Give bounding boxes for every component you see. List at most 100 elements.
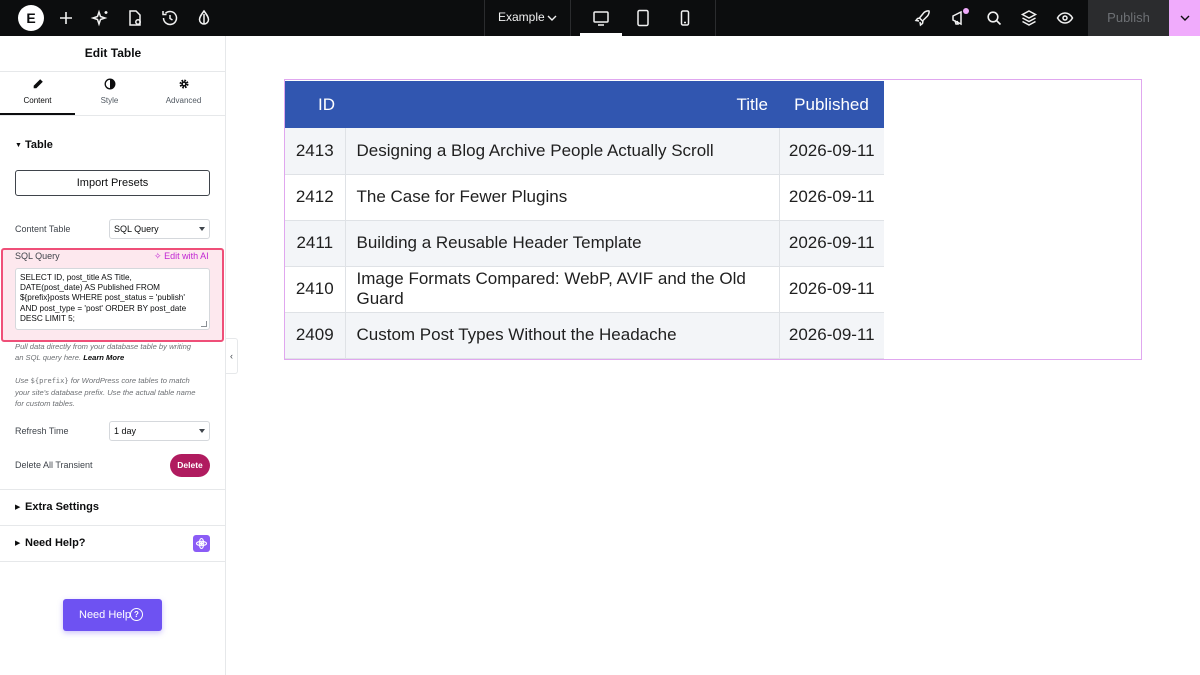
- cell-title: The Case for Fewer Plugins: [345, 174, 780, 221]
- refresh-time-select[interactable]: 1 day: [109, 421, 210, 441]
- theme-style-icon[interactable]: [192, 6, 216, 30]
- gear-icon: [178, 79, 189, 89]
- resize-handle-icon[interactable]: [201, 321, 207, 327]
- divider: [715, 0, 716, 36]
- caret-down-icon: ▼: [15, 142, 22, 149]
- divider: [0, 489, 226, 490]
- sql-help-line: an SQL query here. Learn More: [15, 352, 215, 363]
- pencil-icon: [33, 79, 43, 89]
- prefix-help-line: your site's database prefix. Use the act…: [15, 388, 196, 397]
- section-need-help-label: Need Help?: [25, 537, 86, 549]
- elementor-logo-button[interactable]: E: [18, 5, 44, 31]
- import-presets-button[interactable]: Import Presets: [15, 170, 210, 196]
- delete-transient-label: Delete All Transient: [15, 460, 93, 470]
- preview-eye-icon[interactable]: [1053, 6, 1077, 30]
- tab-advanced[interactable]: Advanced: [146, 78, 221, 105]
- prefix-help-line: for custom tables.: [15, 399, 75, 408]
- prefix-help-use: Use: [15, 376, 29, 385]
- prefix-help-text: Use ${prefix} for WordPress core tables …: [15, 375, 215, 409]
- question-circle-icon: ?: [130, 608, 143, 621]
- ai-assistant-icon[interactable]: [193, 535, 210, 552]
- divider: [0, 71, 226, 72]
- history-icon[interactable]: [158, 6, 182, 30]
- search-icon[interactable]: [982, 6, 1006, 30]
- sql-query-label: SQL Query: [15, 251, 60, 261]
- chevron-down-icon[interactable]: [545, 11, 559, 25]
- sql-line: SELECT ID, post_title AS Title,: [20, 273, 132, 282]
- cell-id: 2411: [285, 220, 346, 267]
- delete-transient-button[interactable]: Delete: [170, 454, 210, 477]
- sql-line: DESC LIMIT 5;: [20, 313, 75, 323]
- prefix-help-rest: for WordPress core tables to match: [70, 376, 190, 385]
- cell-title: Building a Reusable Header Template: [345, 220, 780, 267]
- posts-table: ID Title Published 2413 Designing a Blog…: [285, 81, 884, 359]
- caret-down-icon: [199, 429, 205, 433]
- ai-sparkle-icon: ✧: [154, 251, 162, 261]
- tab-content[interactable]: Content: [0, 78, 75, 105]
- section-extra-settings-label: Extra Settings: [25, 501, 99, 513]
- sql-line: AND post_type = 'post' ORDER BY post_dat…: [20, 303, 187, 313]
- cell-id: 2409: [285, 312, 346, 359]
- sql-help-line-text: an SQL query here.: [15, 353, 82, 362]
- caret-right-icon: ▶: [15, 540, 21, 547]
- page-settings-icon[interactable]: [123, 6, 147, 30]
- sql-line: ${prefix}posts WHERE post_status = 'publ…: [20, 293, 185, 303]
- divider: [484, 0, 485, 36]
- section-table-toggle[interactable]: ▼ Table: [15, 139, 53, 151]
- need-help-label: Need Help: [79, 609, 131, 621]
- cell-title: Custom Post Types Without the Headache: [345, 312, 780, 359]
- edit-with-ai-link[interactable]: ✧ Edit with AI: [154, 251, 209, 262]
- cell-published: 2026-09-11: [779, 128, 884, 175]
- content-table-label: Content Table: [15, 224, 71, 234]
- sql-query-textarea[interactable]: SELECT ID, post_title AS Title, DATE(pos…: [15, 268, 210, 330]
- table-row: 2409 Custom Post Types Without the Heada…: [285, 312, 884, 359]
- content-table-select[interactable]: SQL Query: [109, 219, 210, 239]
- publish-options-button[interactable]: [1169, 0, 1200, 36]
- divider: [0, 561, 226, 562]
- collapse-panel-button[interactable]: ‹: [226, 338, 238, 374]
- divider: [0, 525, 226, 526]
- cell-id: 2413: [285, 128, 346, 175]
- table-row: 2411 Building a Reusable Header Template…: [285, 220, 884, 267]
- table-row: 2410 Image Formats Compared: WebP, AVIF …: [285, 266, 884, 313]
- refresh-time-label: Refresh Time: [15, 426, 69, 436]
- cell-id: 2412: [285, 174, 346, 221]
- tab-style-label: Style: [100, 96, 119, 105]
- edit-with-ai-label: Edit with AI: [164, 251, 209, 261]
- editor-panel: Edit Table Content Style Advanced ▼ Table…: [0, 36, 226, 675]
- table-header-row: ID Title Published: [285, 81, 884, 128]
- tab-advanced-label: Advanced: [165, 96, 202, 105]
- top-bar: E Example Publish: [0, 0, 1200, 36]
- desktop-icon[interactable]: [589, 6, 613, 30]
- column-header-id[interactable]: ID: [285, 81, 345, 128]
- tablet-icon[interactable]: [631, 6, 655, 30]
- sparkle-icon[interactable]: [89, 6, 113, 30]
- cell-published: 2026-09-11: [779, 312, 884, 359]
- page-selector-label[interactable]: Example: [498, 10, 545, 24]
- table-row: 2413 Designing a Blog Archive People Act…: [285, 128, 884, 175]
- active-device-indicator: [580, 33, 622, 36]
- mobile-icon[interactable]: [673, 6, 697, 30]
- panel-title: Edit Table: [84, 46, 142, 60]
- learn-more-link[interactable]: Learn More: [83, 353, 124, 362]
- add-icon[interactable]: [54, 6, 78, 30]
- tab-content-label: Content: [23, 96, 52, 105]
- navigator-layers-icon[interactable]: [1017, 6, 1041, 30]
- column-header-published[interactable]: Published: [779, 81, 884, 128]
- cell-published: 2026-09-11: [779, 174, 884, 221]
- column-header-title[interactable]: Title: [345, 81, 779, 128]
- need-help-button[interactable]: Need Help ?: [63, 599, 162, 631]
- rocket-icon[interactable]: [911, 6, 935, 30]
- divider: [570, 0, 571, 36]
- divider: [0, 115, 226, 116]
- section-need-help-toggle[interactable]: ▶ Need Help?: [15, 537, 86, 549]
- section-table-label: Table: [25, 139, 53, 151]
- caret-down-icon: [199, 227, 205, 231]
- cell-id: 2410: [285, 266, 346, 313]
- refresh-time-value: 1 day: [114, 426, 137, 436]
- notification-badge: [963, 8, 969, 14]
- section-extra-settings-toggle[interactable]: ▶ Extra Settings: [15, 501, 99, 513]
- publish-button[interactable]: Publish: [1088, 0, 1169, 36]
- sql-help-line: Pull data directly from your database ta…: [15, 342, 192, 351]
- tab-style[interactable]: Style: [72, 78, 147, 105]
